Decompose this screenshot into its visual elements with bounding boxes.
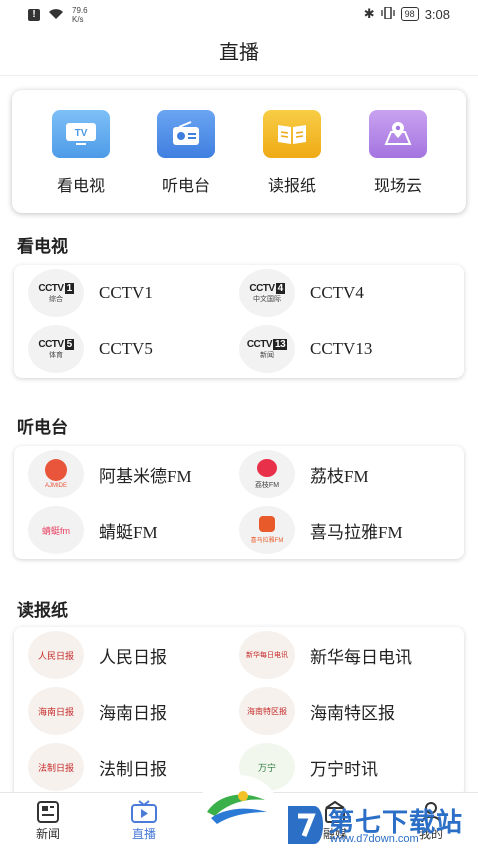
radio-station-list: AJMIDE 阿基米德FM 荔枝FM 荔枝FM 蜻蜓fm 蜻蜓FM 喜马拉雅FM… <box>14 446 464 559</box>
newspaper-logo: 海南特区报 <box>239 687 295 735</box>
channel-item[interactable]: CCTV 4 中文国际 CCTV4 <box>239 268 364 318</box>
newspaper-item[interactable]: 新华每日电讯 新华每日电讯 <box>239 630 412 680</box>
channel-item[interactable]: CCTV 5 体育 CCTV5 <box>28 324 153 374</box>
section-title-tv: 看电视 <box>17 237 68 256</box>
quick-link-tv[interactable]: TV 看电视 <box>41 110 121 196</box>
channel-item[interactable]: CCTV 13 新闻 CCTV13 <box>239 324 372 374</box>
wifi-icon <box>48 8 64 23</box>
site-watermark: 第七下载站 www.d7down.com <box>284 800 478 850</box>
ximalaya-logo: 喜马拉雅FM <box>239 506 295 554</box>
cctv-logo: CCTV 13 新闻 <box>239 325 295 373</box>
clock: 3:08 <box>424 6 450 22</box>
quick-links-card: TV 看电视 听电台 读报纸 现场云 <box>12 90 466 213</box>
page-header: 直播 <box>0 30 478 76</box>
channel-name: CCTV5 <box>99 339 153 358</box>
newspaper-list: 人民日报 人民日报 新华每日电讯 新华每日电讯 海南日报 海南日报 海南特区报 … <box>14 627 464 797</box>
quick-link-label: 听电台 <box>161 178 210 195</box>
battery-indicator: 98 <box>400 7 419 21</box>
live-tv-icon <box>109 799 179 825</box>
center-logo-icon[interactable] <box>198 775 278 841</box>
ajmide-logo: AJMIDE <box>28 450 84 498</box>
alert-icon: ! <box>28 9 40 21</box>
tab-label: 新闻 <box>35 827 60 841</box>
quick-link-live-cloud[interactable]: 现场云 <box>358 110 438 196</box>
bluetooth-icon: ✱ <box>363 6 375 21</box>
svg-text:TV: TV <box>75 128 88 139</box>
newspaper-item[interactable]: 人民日报 人民日报 <box>28 630 167 680</box>
station-item[interactable]: AJMIDE 阿基米德FM <box>28 449 192 499</box>
station-name: 喜马拉雅FM <box>310 522 403 542</box>
quick-link-radio[interactable]: 听电台 <box>146 110 226 196</box>
news-icon <box>13 799 83 825</box>
channel-name: CCTV4 <box>310 283 364 302</box>
tab-label: 直播 <box>131 827 156 841</box>
newspaper-logo: 人民日报 <box>28 631 84 679</box>
radio-icon <box>157 110 215 158</box>
station-item[interactable]: 蜻蜓fm 蜻蜓FM <box>28 505 158 555</box>
tv-icon: TV <box>52 110 110 158</box>
station-name: 阿基米德FM <box>99 466 192 486</box>
newspaper-name: 万宁时讯 <box>310 759 378 779</box>
cctv-logo: CCTV 4 中文国际 <box>239 269 295 317</box>
newspaper-logo: 海南日报 <box>28 687 84 735</box>
net-speed: 79.6 K/s <box>72 6 88 24</box>
tab-live[interactable]: 直播 <box>109 799 179 842</box>
newspaper-name: 海南特区报 <box>310 703 395 723</box>
tab-news[interactable]: 新闻 <box>13 799 83 842</box>
book-icon <box>263 110 321 158</box>
newspaper-name: 新华每日电讯 <box>310 647 412 667</box>
newspaper-logo: 法制日报 <box>28 743 84 791</box>
channel-name: CCTV13 <box>310 339 373 358</box>
section-title-radio: 听电台 <box>17 418 68 437</box>
vibrate-icon <box>381 5 395 22</box>
page-title: 直播 <box>219 42 259 64</box>
status-bar: ! 79.6 K/s ✱ 98 3:08 <box>0 0 478 30</box>
quick-link-label: 现场云 <box>373 178 422 195</box>
watermark-logo-icon <box>288 806 323 844</box>
newspaper-name: 法制日报 <box>99 759 167 779</box>
newspaper-name: 人民日报 <box>99 647 167 667</box>
newspaper-logo: 新华每日电讯 <box>239 631 295 679</box>
station-item[interactable]: 荔枝FM 荔枝FM <box>239 449 369 499</box>
newspaper-item[interactable]: 海南日报 海南日报 <box>28 686 167 736</box>
watermark-url: www.d7down.com <box>330 833 419 845</box>
station-item[interactable]: 喜马拉雅FM 喜马拉雅FM <box>239 505 403 555</box>
qingting-logo: 蜻蜓fm <box>28 506 84 554</box>
quick-link-label: 看电视 <box>56 178 105 195</box>
tv-channel-list: CCTV 1 综合 CCTV1 CCTV 4 中文国际 CCTV4 CCTV 5 体育 CC… <box>14 265 464 378</box>
lizhi-logo: 荔枝FM <box>239 450 295 498</box>
channel-name: CCTV1 <box>99 283 153 302</box>
location-icon <box>369 110 427 158</box>
cctv-logo: CCTV 1 综合 <box>28 269 84 317</box>
quick-link-newspaper[interactable]: 读报纸 <box>252 110 332 196</box>
newspaper-name: 海南日报 <box>99 703 167 723</box>
station-name: 蜻蜓FM <box>99 522 158 542</box>
newspaper-item[interactable]: 海南特区报 海南特区报 <box>239 686 395 736</box>
newspaper-item[interactable]: 法制日报 法制日报 <box>28 742 167 792</box>
channel-item[interactable]: CCTV 1 综合 CCTV1 <box>28 268 153 318</box>
cctv-logo: CCTV 5 体育 <box>28 325 84 373</box>
station-name: 荔枝FM <box>310 466 369 486</box>
section-title-newspaper: 读报纸 <box>17 601 68 620</box>
quick-link-label: 读报纸 <box>267 178 316 195</box>
